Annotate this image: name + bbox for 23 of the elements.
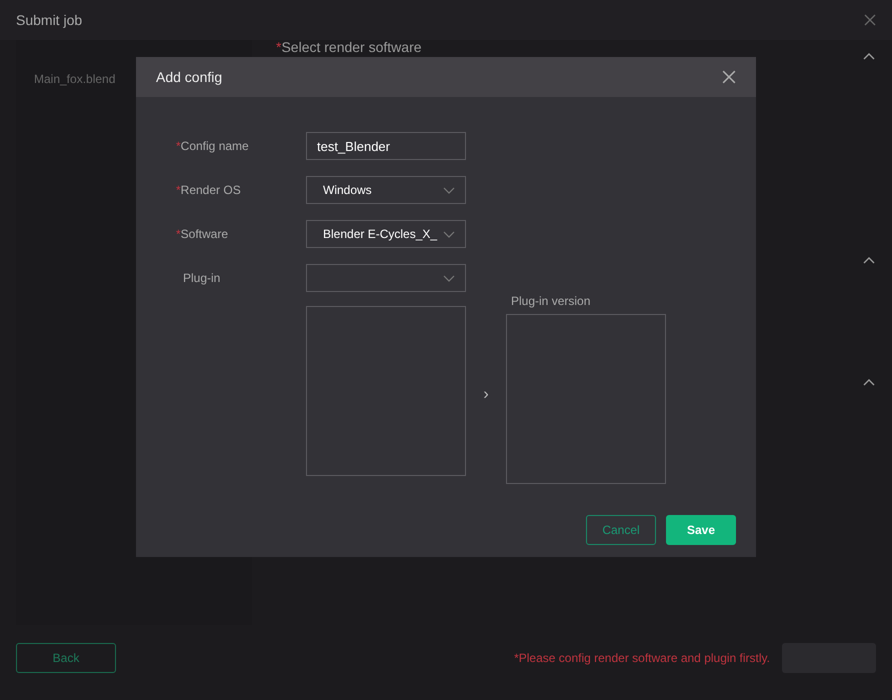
cancel-button[interactable]: Cancel: [586, 515, 656, 545]
window-title: Submit job: [16, 10, 82, 30]
select-field[interactable]: Blender E-Cycles_X_: [306, 220, 466, 248]
caret-icon: [443, 230, 455, 238]
error-message: *Please config render software and plugin firstly.: [514, 650, 770, 667]
close-icon[interactable]: [722, 70, 736, 84]
field-label: *Software: [176, 226, 230, 243]
close-icon[interactable]: [864, 14, 876, 26]
select-field[interactable]: Windows: [306, 176, 466, 204]
chevron-up-icon[interactable]: [863, 378, 875, 386]
text-field[interactable]: test_Blender: [306, 132, 466, 160]
list-title: Plug-in version: [510, 293, 592, 310]
field-label: *Config name: [176, 138, 250, 155]
transfer-arrow[interactable]: ›: [483, 383, 489, 407]
chevron-up-icon[interactable]: [863, 256, 875, 264]
section-label: *Select render software: [276, 39, 422, 55]
caret-icon: [443, 274, 455, 282]
caret-icon: [443, 186, 455, 194]
chevron-up-icon[interactable]: [863, 52, 875, 60]
field-label: *Render OS: [176, 182, 242, 199]
dialog-title: Add config: [156, 68, 222, 87]
field-label: Plug-in: [182, 270, 222, 287]
select-field[interactable]: [306, 264, 466, 292]
